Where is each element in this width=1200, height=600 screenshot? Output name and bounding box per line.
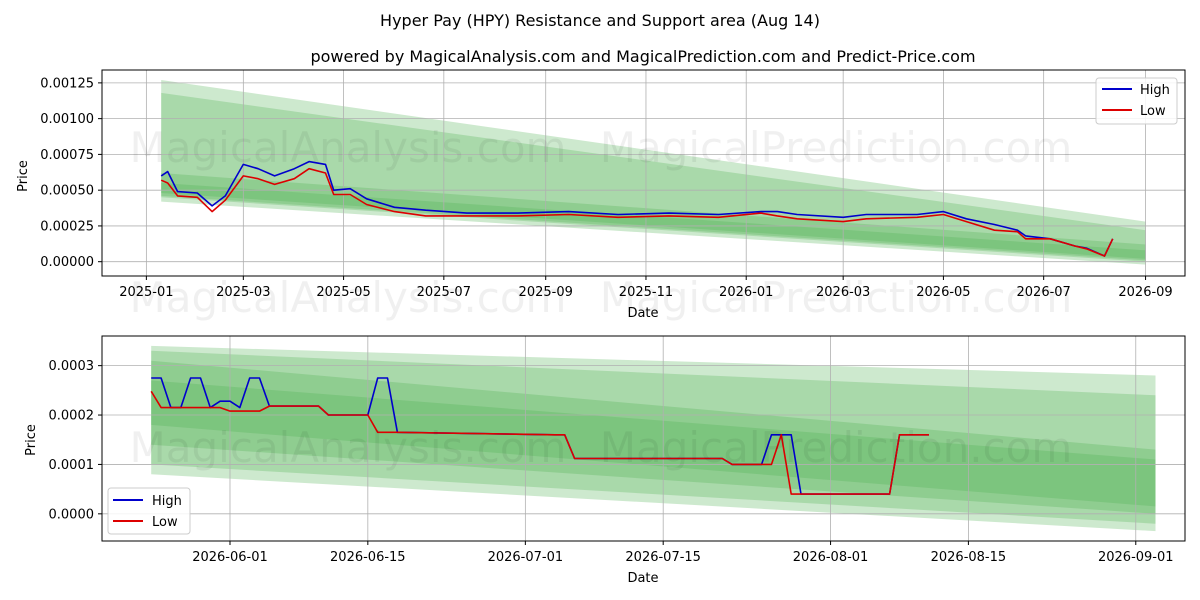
x-tick-label: 2026-09-01 [1098, 550, 1174, 565]
watermark-6: MagicalPrediction.com [600, 423, 1073, 472]
top-bands [161, 80, 1146, 265]
x-tick-label: 2026-07-01 [488, 550, 564, 565]
watermark-4: MagicalPrediction.com [600, 273, 1073, 322]
top-legend: High Low [1095, 77, 1178, 125]
x-tick-label: 2026-08-01 [793, 550, 869, 565]
watermark-1: MagicalAnalysis.com [130, 123, 567, 172]
bottom-legend-high-label: High [152, 494, 182, 509]
x-tick-label: 2026-06-01 [192, 550, 268, 565]
bottom-y-ticks: 0.0000 0.0001 0.0002 0.0003 [49, 359, 102, 522]
watermark-2: MagicalPrediction.com [600, 123, 1073, 172]
bottom-legend: High Low [107, 487, 191, 535]
x-tick-label: 2026-08-15 [931, 550, 1007, 565]
watermark-3: MagicalAnalysis.com [130, 273, 567, 322]
bottom-y-axis-label: Price [24, 424, 39, 456]
y-tick-label: 0.0000 [49, 507, 95, 522]
y-tick-label: 0.0001 [49, 458, 95, 473]
bottom-legend-low-label: Low [152, 515, 178, 530]
y-tick-label: 0.0002 [49, 409, 95, 424]
x-tick-label: 2026-06-15 [330, 550, 406, 565]
x-tick-label: 2026-07-15 [625, 550, 701, 565]
y-tick-label: 0.00100 [40, 112, 94, 127]
y-tick-label: 0.00050 [40, 184, 94, 199]
x-tick-label: 2026-09 [1118, 285, 1172, 300]
top-legend-low-label: Low [1140, 104, 1166, 119]
chart-title: Hyper Pay (HPY) Resistance and Support a… [380, 11, 820, 30]
bottom-x-ticks: 2026-06-01 2026-06-15 2026-07-01 2026-07-15… [192, 541, 1174, 565]
y-tick-label: 0.0003 [49, 359, 95, 374]
chart-subtitle: powered by MagicalAnalysis.com and Magic… [310, 47, 975, 66]
top-legend-high-label: High [1140, 83, 1170, 98]
top-y-ticks: 0.00000 0.00025 0.00050 0.00075 0.00100 0.001… [40, 76, 102, 270]
watermark-5: MagicalAnalysis.com [130, 423, 567, 472]
y-tick-label: 0.00025 [40, 219, 94, 234]
figure: Hyper Pay (HPY) Resistance and Support a… [16, 11, 1186, 586]
bottom-x-axis-label: Date [627, 571, 658, 586]
top-y-axis-label: Price [16, 160, 31, 192]
y-tick-label: 0.00125 [40, 76, 94, 91]
y-tick-label: 0.00075 [40, 148, 94, 163]
y-tick-label: 0.00000 [40, 255, 94, 270]
